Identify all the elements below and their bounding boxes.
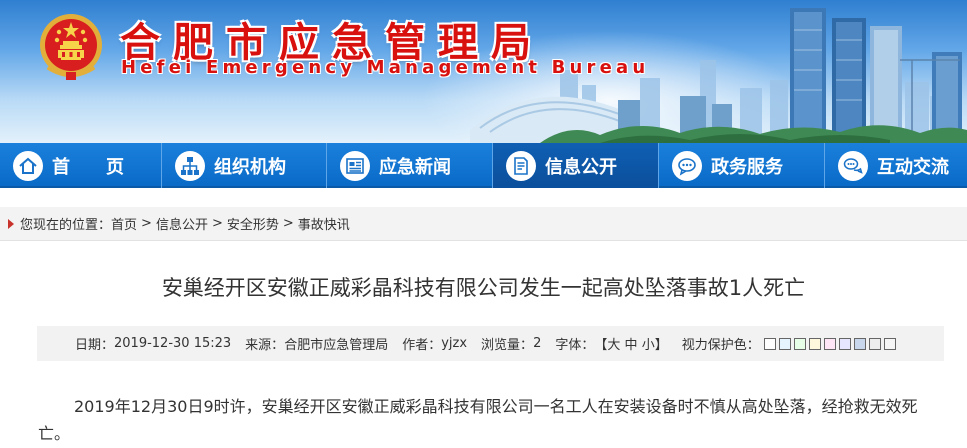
breadcrumb-separator: > bbox=[211, 216, 223, 231]
author-label: 作者： bbox=[402, 338, 442, 353]
eye-care-color-swatch[interactable] bbox=[853, 337, 866, 350]
views-label: 浏览量： bbox=[481, 338, 534, 353]
eye-care-color-swatch[interactable] bbox=[778, 337, 791, 350]
breadcrumb-link-safety-situation[interactable]: 安全形势 bbox=[227, 214, 279, 233]
nav-item-label: 首 页 bbox=[52, 156, 124, 178]
org-chart-icon bbox=[175, 150, 205, 181]
site-banner: 合肥市应急管理局 Hefei Emergency Management Bure… bbox=[0, 0, 967, 143]
breadcrumb-arrow-icon bbox=[8, 218, 14, 229]
nav-item-home[interactable]: 首 页 bbox=[0, 143, 162, 188]
nav-item-government-services[interactable]: 政务服务 bbox=[659, 143, 825, 188]
author-value: yjzx bbox=[441, 336, 468, 351]
font-size-large-button[interactable]: 大 bbox=[607, 334, 620, 353]
nav-item-label: 互动交流 bbox=[877, 156, 949, 178]
national-emblem-icon bbox=[40, 14, 102, 80]
newspaper-icon bbox=[340, 150, 370, 181]
article-meta-bar: 日期： 2019-12-30 15:23 来源： 合肥市应急管理局 作者： yj… bbox=[37, 326, 944, 361]
font-size-medium-button[interactable]: 中 bbox=[625, 334, 638, 353]
nav-item-organization[interactable]: 组织机构 bbox=[162, 143, 327, 188]
source-value: 合肥市应急管理局 bbox=[284, 338, 389, 353]
date-value: 2019-12-30 15:23 bbox=[114, 336, 232, 351]
eye-care-color-swatch[interactable] bbox=[883, 337, 896, 350]
font-size-small-button[interactable]: 小 bbox=[642, 334, 655, 353]
breadcrumb-prefix: 您现在的位置： bbox=[20, 218, 112, 233]
breadcrumb-separator: > bbox=[141, 216, 152, 231]
breadcrumb-separator: > bbox=[282, 216, 294, 231]
chat-bubble-icon bbox=[672, 150, 702, 181]
main-nav: 首 页 组织机构 应急新闻 信息公开 政务服务 互动交流 bbox=[0, 143, 967, 188]
breadcrumb-link-info-disclosure[interactable]: 信息公开 bbox=[156, 214, 208, 233]
eye-care-color-swatch[interactable] bbox=[763, 337, 776, 350]
nav-item-label: 信息公开 bbox=[545, 156, 617, 178]
document-icon bbox=[506, 150, 536, 181]
date-label: 日期： bbox=[75, 338, 115, 353]
breadcrumb: 您现在的位置： 首页 > 信息公开 > 安全形势 > 事故快讯 bbox=[0, 207, 967, 241]
site-title-en: Hefei Emergency Management Bureau bbox=[121, 57, 650, 78]
font-size-bracket-close: 】 bbox=[654, 338, 668, 353]
nav-item-interaction[interactable]: 互动交流 bbox=[825, 143, 967, 188]
nav-item-label: 政务服务 bbox=[711, 156, 783, 178]
eye-care-color-swatch[interactable] bbox=[838, 337, 851, 350]
font-size-label: 字体： bbox=[555, 338, 595, 353]
eye-care-color-swatches bbox=[763, 337, 899, 350]
source-label: 来源： bbox=[245, 338, 285, 353]
views-value: 2 bbox=[533, 336, 542, 351]
breadcrumb-link-accident-news[interactable]: 事故快讯 bbox=[298, 214, 350, 233]
font-size-bracket-open: 【 bbox=[594, 338, 608, 353]
chat-bubbles-icon bbox=[838, 150, 868, 181]
eye-care-color-swatch[interactable] bbox=[793, 337, 806, 350]
eye-care-color-swatch[interactable] bbox=[808, 337, 821, 350]
nav-item-news[interactable]: 应急新闻 bbox=[327, 143, 493, 188]
eye-care-color-swatch[interactable] bbox=[868, 337, 881, 350]
eye-care-color-swatch[interactable] bbox=[823, 337, 836, 350]
eye-care-color-label: 视力保护色： bbox=[681, 338, 760, 353]
nav-item-label: 应急新闻 bbox=[379, 156, 451, 178]
nav-item-label: 组织机构 bbox=[214, 156, 286, 178]
home-icon bbox=[13, 150, 43, 181]
article-body: 2019年12月30日9时许，安巢经开区安徽正威彩晶科技有限公司一名工人在安装设… bbox=[38, 397, 918, 443]
nav-item-info-disclosure[interactable]: 信息公开 bbox=[493, 143, 659, 188]
article-title: 安巢经开区安徽正威彩晶科技有限公司发生一起高处坠落事故1人死亡 bbox=[161, 276, 806, 300]
breadcrumb-link-home[interactable]: 首页 bbox=[111, 214, 137, 233]
